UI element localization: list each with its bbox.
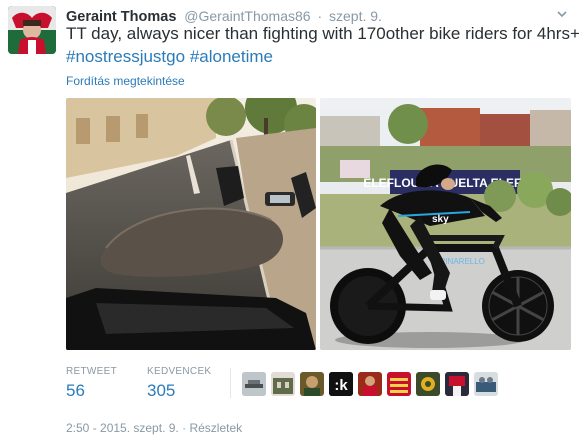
favoriter-avatar[interactable]: [387, 372, 411, 396]
tweet-text-line: TT day, always nicer than fighting with …: [66, 24, 579, 43]
translate-link[interactable]: Fordítás megtekintése: [66, 74, 185, 88]
favoriter-avatar[interactable]: [445, 372, 469, 396]
favoriter-avatar[interactable]: [416, 372, 440, 396]
hashtag-nostressjustgo[interactable]: #nostressjustgo: [66, 47, 185, 66]
favorite-count[interactable]: 305: [147, 381, 211, 401]
retweet-label: RETWEET: [66, 366, 117, 377]
footer-separator: ·: [182, 421, 187, 435]
jersey-text: sky: [432, 214, 449, 225]
tweet-text: TT day, always nicer than fighting with …: [66, 22, 579, 68]
svg-text::k: :k: [334, 377, 348, 394]
favoriter-avatar[interactable]: [358, 372, 382, 396]
retweet-count[interactable]: 56: [66, 381, 117, 401]
stats-divider: [230, 368, 231, 398]
favoriter-avatar[interactable]: [271, 372, 295, 396]
favoriter-avatar-k[interactable]: :k: [329, 372, 353, 396]
photo-rider-tt[interactable]: ELEFLOU LA VUELTA ELEFLOU PINARELLO sky: [320, 98, 571, 350]
hashtag-alonetime[interactable]: #alonetime: [190, 47, 273, 66]
tweet-footer: 2:50 - 2015. szept. 9. · Részletek: [66, 421, 242, 435]
details-link[interactable]: Részletek: [189, 421, 242, 435]
avatar[interactable]: [8, 6, 56, 54]
photo-tt-bike-road[interactable]: [66, 98, 316, 350]
more-options-icon[interactable]: [555, 8, 569, 22]
favoriter-avatar[interactable]: [242, 372, 266, 396]
favorite-stat[interactable]: KEDVENCEK 305: [147, 366, 211, 401]
favoriter-avatar[interactable]: [300, 372, 324, 396]
retweet-stat[interactable]: RETWEET 56: [66, 366, 117, 401]
favoriter-avatar[interactable]: [474, 372, 498, 396]
favorite-label: KEDVENCEK: [147, 366, 212, 377]
frame-brand-text: PINARELLO: [440, 257, 485, 266]
full-timestamp[interactable]: 2:50 - 2015. szept. 9.: [66, 421, 179, 435]
